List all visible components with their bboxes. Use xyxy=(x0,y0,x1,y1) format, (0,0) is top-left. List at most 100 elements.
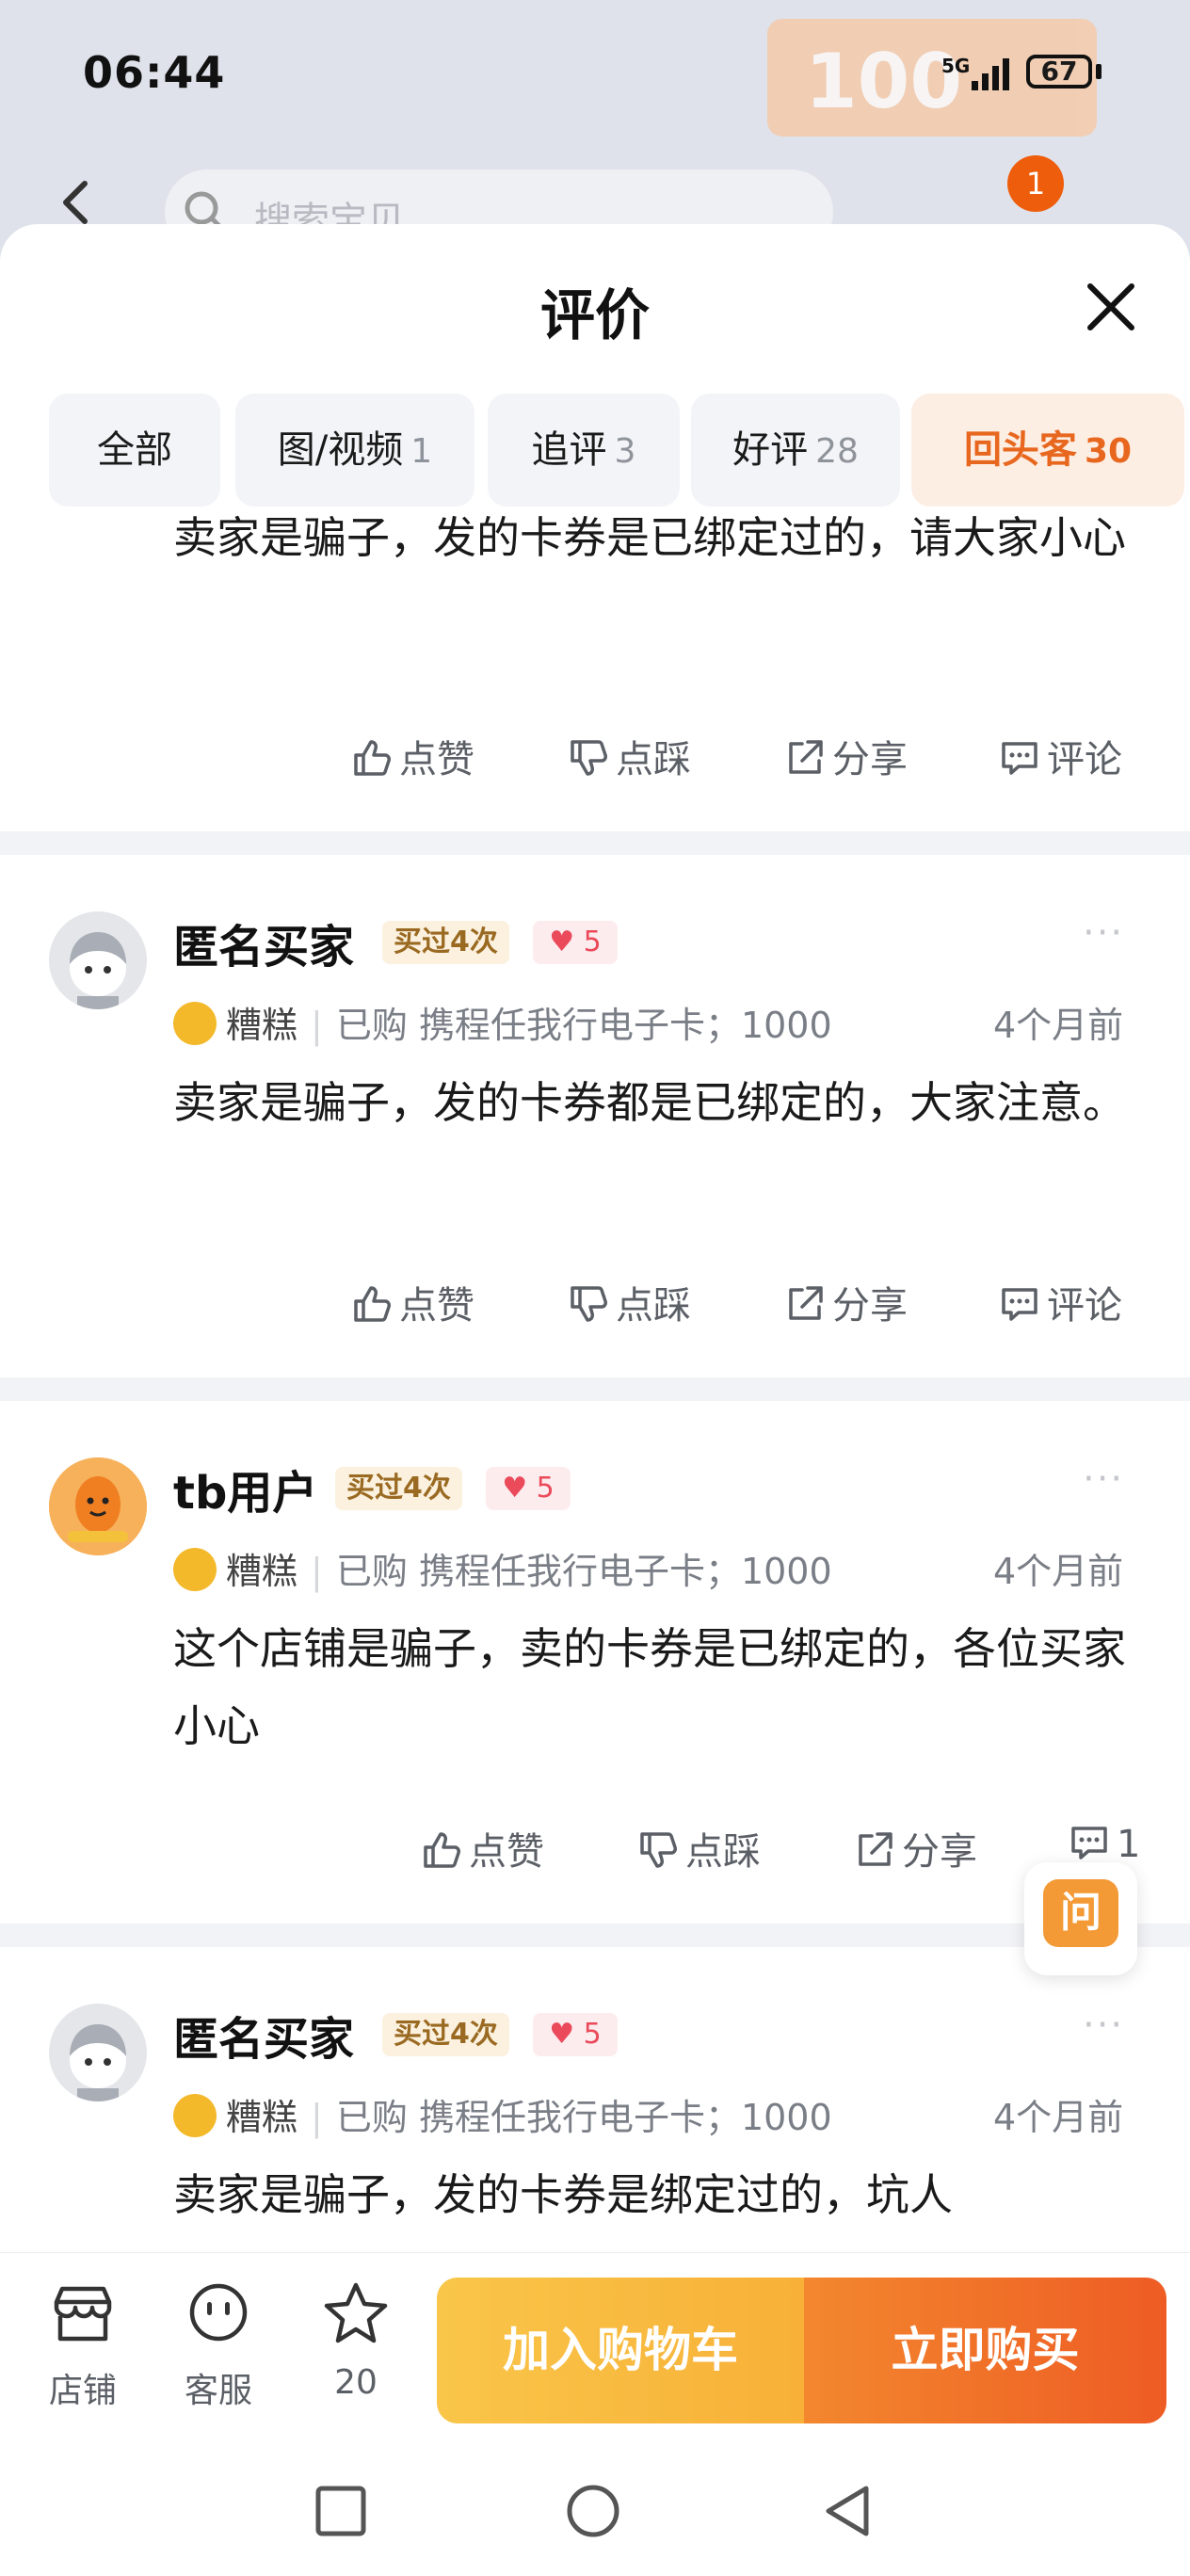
tab-count: 1 xyxy=(410,432,433,471)
tab-count: 28 xyxy=(815,432,859,471)
battery-icon: 67 xyxy=(1026,55,1092,89)
filter-tabs: 全部 图/视频 1 追评 3 好评 28 回头客 30 xyxy=(49,394,1190,507)
like-button[interactable]: 点赞 xyxy=(420,1821,544,1876)
review-text: 卖家是骗子，发的卡券是绑定过的，坑人 xyxy=(173,2169,953,2220)
dislike-label: 点踩 xyxy=(616,1284,691,1328)
share-button[interactable]: 分享 xyxy=(783,1275,908,1329)
close-icon[interactable] xyxy=(1083,279,1139,335)
thumbs-down-icon xyxy=(571,740,607,776)
angry-face-icon xyxy=(173,2094,217,2137)
tab-label: 好评 xyxy=(732,428,809,472)
review-meta: 糟糕 | 已购 携程任我行电子卡；1000 xyxy=(173,1542,832,1594)
purchased-label: 已购 xyxy=(335,1005,408,1046)
share-icon xyxy=(789,740,823,774)
favorite-button[interactable]: 20 xyxy=(299,2281,412,2402)
username: 匿名买家 xyxy=(173,2013,355,2066)
like-label: 点赞 xyxy=(469,1830,544,1874)
like-button[interactable]: 点赞 xyxy=(350,1275,474,1329)
more-options-icon[interactable]: ··· xyxy=(1083,1457,1124,1501)
comment-icon xyxy=(1002,1288,1037,1321)
tab-label: 全部 xyxy=(97,428,172,472)
purchased-item: 携程任我行电子卡；1000 xyxy=(418,2097,832,2138)
orange-mascot-avatar-icon xyxy=(49,1457,147,1555)
tab-repeat-buyer[interactable]: 回头客 30 xyxy=(911,394,1184,507)
review-time: 4个月前 xyxy=(993,2097,1124,2138)
dislike-button[interactable]: 点踩 xyxy=(567,729,691,783)
status-time: 06:44 xyxy=(83,47,226,98)
fan-level-badge: ♥ 5 xyxy=(486,1467,571,1510)
dislike-button[interactable]: 点踩 xyxy=(567,1275,691,1329)
fan-level-badge: ♥ 5 xyxy=(533,2013,618,2056)
anonymous-avatar-icon xyxy=(70,932,126,1009)
share-label: 分享 xyxy=(902,1830,977,1874)
more-options-icon[interactable]: ··· xyxy=(1083,2004,1124,2047)
tab-count: 3 xyxy=(614,432,636,471)
comment-button[interactable]: 评论 xyxy=(998,729,1122,783)
signal-icon xyxy=(972,58,1009,90)
share-label: 分享 xyxy=(832,1284,908,1328)
buy-now-button[interactable]: 立即购买 xyxy=(804,2278,1166,2423)
tab-label: 图/视频 xyxy=(277,428,404,472)
review-actions: 点赞 点踩 分享 1 xyxy=(0,1821,1190,1877)
avatar xyxy=(49,1457,147,1555)
review-actions: 点赞 点踩 分享 评论 xyxy=(0,729,1190,785)
service-button[interactable]: 客服 xyxy=(162,2281,275,2412)
mood-label: 糟糕 xyxy=(226,1005,298,1046)
tab-followup[interactable]: 追评 3 xyxy=(488,394,680,507)
comment-button[interactable]: 1 xyxy=(1068,1821,1140,1866)
mood-label: 糟糕 xyxy=(226,1551,298,1592)
recent-apps-icon[interactable] xyxy=(313,2483,369,2539)
sheet-title: 评价 xyxy=(539,283,650,347)
like-label: 点赞 xyxy=(399,1284,474,1328)
tab-positive[interactable]: 好评 28 xyxy=(691,394,900,507)
more-options-icon[interactable]: ··· xyxy=(1083,911,1124,955)
share-icon xyxy=(789,1286,823,1320)
tab-media[interactable]: 图/视频 1 xyxy=(235,394,474,507)
like-button[interactable]: 点赞 xyxy=(350,729,474,783)
shop-label: 店铺 xyxy=(48,2372,117,2410)
avatar xyxy=(49,911,147,1009)
angry-face-icon xyxy=(173,1002,217,1045)
review-meta: 糟糕 | 已购 携程任我行电子卡；1000 xyxy=(173,2088,832,2140)
avatar xyxy=(49,2004,147,2101)
shop-button[interactable]: 店铺 xyxy=(26,2281,139,2412)
review-card: 匿名买家 买过4次 ♥ 5 ··· 糟糕 | 已购 携程任我行电子卡；1000 4个… xyxy=(0,855,1190,1377)
review-text: 卖家是骗子，发的卡券是已绑定过的，请大家小心 xyxy=(173,512,1126,563)
purchased-label: 已购 xyxy=(335,1551,408,1592)
dislike-label: 点踩 xyxy=(685,1830,761,1874)
back-arrow-icon[interactable] xyxy=(56,179,94,226)
share-button[interactable]: 分享 xyxy=(783,729,908,783)
share-label: 分享 xyxy=(832,738,908,781)
tab-all[interactable]: 全部 xyxy=(49,394,220,507)
comment-button[interactable]: 评论 xyxy=(998,1275,1122,1329)
dislike-button[interactable]: 点踩 xyxy=(636,1821,761,1876)
home-icon[interactable] xyxy=(565,2483,621,2539)
ask-button[interactable]: 问 xyxy=(1024,1862,1137,1975)
status-bar: 06:44 5G 67 xyxy=(0,0,1190,141)
add-to-cart-button[interactable]: 加入购物车 xyxy=(437,2278,804,2423)
thumbs-down-icon xyxy=(571,1286,607,1322)
battery-tip xyxy=(1096,64,1102,79)
review-meta: 糟糕 | 已购 携程任我行电子卡；1000 xyxy=(173,996,832,1048)
purchased-item: 携程任我行电子卡；1000 xyxy=(418,1005,832,1046)
review-actions: 点赞 点踩 分享 评论 xyxy=(0,1275,1190,1331)
thumbs-up-icon xyxy=(354,740,391,776)
back-icon[interactable] xyxy=(819,2483,876,2539)
username: 匿名买家 xyxy=(173,921,355,974)
anonymous-avatar-icon xyxy=(70,2024,126,2101)
star-icon xyxy=(324,2282,388,2343)
cart-badge: 1 xyxy=(1007,155,1064,212)
review-time: 4个月前 xyxy=(993,1005,1124,1046)
share-button[interactable]: 分享 xyxy=(853,1821,977,1876)
store-icon xyxy=(54,2286,112,2342)
comment-label: 评论 xyxy=(1047,738,1122,781)
review-card: tb用户 买过4次 ♥ 5 ··· 糟糕 | 已购 携程任我行电子卡；1000 4个… xyxy=(0,1401,1190,1924)
service-label: 客服 xyxy=(184,2372,252,2410)
purchased-label: 已购 xyxy=(335,2097,408,2138)
tab-label: 追评 xyxy=(531,428,607,472)
like-label: 点赞 xyxy=(399,738,474,781)
review-time: 4个月前 xyxy=(993,1551,1124,1592)
review-card: 匿名买家 买过4次 ♥ 5 ··· 糟糕 | 已购 携程任我行电子卡；1000 4个… xyxy=(0,1947,1190,2256)
tab-count: 30 xyxy=(1084,432,1133,471)
thumbs-up-icon xyxy=(424,1832,460,1868)
